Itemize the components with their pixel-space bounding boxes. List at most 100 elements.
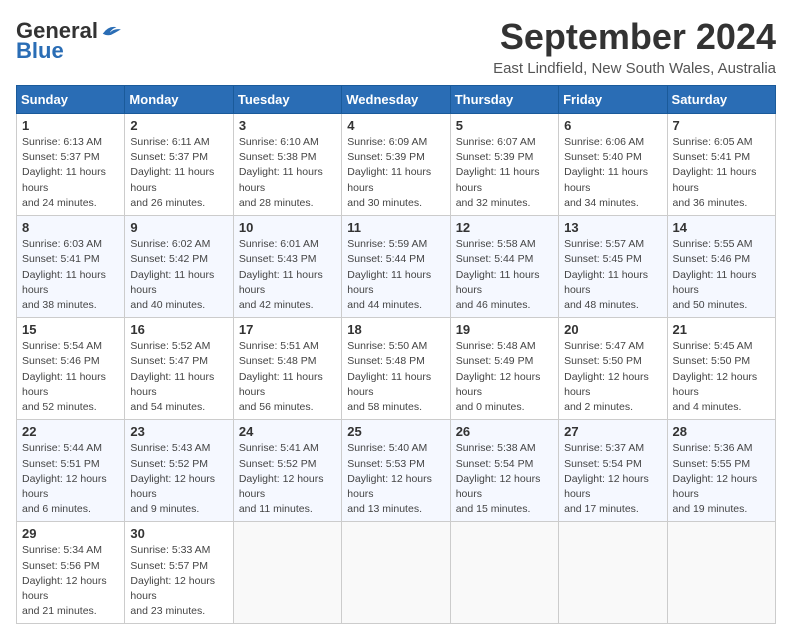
day-number: 22: [22, 424, 119, 439]
title-block: September 2024 East Lindfield, New South…: [493, 16, 776, 77]
calendar-cell: 4 Sunrise: 6:09 AMSunset: 5:39 PMDaylight…: [342, 114, 450, 216]
day-number: 1: [22, 118, 119, 133]
day-info: Sunrise: 6:02 AMSunset: 5:42 PMDaylight:…: [130, 237, 227, 313]
day-number: 17: [239, 322, 336, 337]
day-info: Sunrise: 5:51 AMSunset: 5:48 PMDaylight:…: [239, 339, 336, 415]
day-number: 8: [22, 220, 119, 235]
calendar-cell: [342, 522, 450, 624]
day-number: 15: [22, 322, 119, 337]
day-number: 14: [673, 220, 770, 235]
logo-bird-icon: [100, 20, 122, 42]
day-info: Sunrise: 5:54 AMSunset: 5:46 PMDaylight:…: [22, 339, 119, 415]
day-info: Sunrise: 6:06 AMSunset: 5:40 PMDaylight:…: [564, 135, 661, 211]
calendar-cell: 15 Sunrise: 5:54 AMSunset: 5:46 PMDayligh…: [17, 318, 125, 420]
logo-blue: Blue: [16, 38, 64, 64]
weekday-header-monday: Monday: [125, 86, 233, 114]
calendar-cell: 19 Sunrise: 5:48 AMSunset: 5:49 PMDayligh…: [450, 318, 558, 420]
calendar-cell: 10Sunrise: 6:01 AMSunset: 5:43 PMDayligh…: [233, 216, 341, 318]
calendar-cell: 18 Sunrise: 5:50 AMSunset: 5:48 PMDayligh…: [342, 318, 450, 420]
weekday-header-thursday: Thursday: [450, 86, 558, 114]
day-info: Sunrise: 5:55 AMSunset: 5:46 PMDaylight:…: [673, 237, 770, 313]
calendar-cell: 23 Sunrise: 5:43 AMSunset: 5:52 PMDayligh…: [125, 420, 233, 522]
day-number: 25: [347, 424, 444, 439]
day-number: 27: [564, 424, 661, 439]
day-info: Sunrise: 5:36 AMSunset: 5:55 PMDaylight:…: [673, 441, 770, 517]
day-info: Sunrise: 5:34 AMSunset: 5:56 PMDaylight:…: [22, 543, 119, 619]
day-info: Sunrise: 5:41 AMSunset: 5:52 PMDaylight:…: [239, 441, 336, 517]
day-info: Sunrise: 5:48 AMSunset: 5:49 PMDaylight:…: [456, 339, 553, 415]
day-number: 20: [564, 322, 661, 337]
calendar-cell: 24Sunrise: 5:41 AMSunset: 5:52 PMDayligh…: [233, 420, 341, 522]
calendar-cell: 7 Sunrise: 6:05 AMSunset: 5:41 PMDaylight…: [667, 114, 775, 216]
calendar-cell: 22Sunrise: 5:44 AMSunset: 5:51 PMDayligh…: [17, 420, 125, 522]
calendar-cell: 8 Sunrise: 6:03 AMSunset: 5:41 PMDaylight…: [17, 216, 125, 318]
day-info: Sunrise: 6:05 AMSunset: 5:41 PMDaylight:…: [673, 135, 770, 211]
day-info: Sunrise: 5:37 AMSunset: 5:54 PMDaylight:…: [564, 441, 661, 517]
calendar-cell: [450, 522, 558, 624]
calendar-cell: [233, 522, 341, 624]
day-info: Sunrise: 6:01 AMSunset: 5:43 PMDaylight:…: [239, 237, 336, 313]
day-info: Sunrise: 6:09 AMSunset: 5:39 PMDaylight:…: [347, 135, 444, 211]
calendar-cell: 3 Sunrise: 6:10 AMSunset: 5:38 PMDaylight…: [233, 114, 341, 216]
day-info: Sunrise: 5:50 AMSunset: 5:48 PMDaylight:…: [347, 339, 444, 415]
weekday-header-friday: Friday: [559, 86, 667, 114]
calendar-week-row-0: 1Sunrise: 6:13 AMSunset: 5:37 PMDaylight…: [17, 114, 776, 216]
calendar-cell: 14 Sunrise: 5:55 AMSunset: 5:46 PMDayligh…: [667, 216, 775, 318]
calendar-cell: 28 Sunrise: 5:36 AMSunset: 5:55 PMDayligh…: [667, 420, 775, 522]
day-info: Sunrise: 6:03 AMSunset: 5:41 PMDaylight:…: [22, 237, 119, 313]
calendar-table: SundayMondayTuesdayWednesdayThursdayFrid…: [16, 85, 776, 624]
day-number: 7: [673, 118, 770, 133]
calendar-cell: 27 Sunrise: 5:37 AMSunset: 5:54 PMDayligh…: [559, 420, 667, 522]
day-number: 21: [673, 322, 770, 337]
day-number: 18: [347, 322, 444, 337]
day-number: 19: [456, 322, 553, 337]
day-number: 12: [456, 220, 553, 235]
day-number: 30: [130, 526, 227, 541]
day-number: 16: [130, 322, 227, 337]
page-header: General Blue September 2024 East Lindfie…: [16, 16, 776, 77]
calendar-cell: 20 Sunrise: 5:47 AMSunset: 5:50 PMDayligh…: [559, 318, 667, 420]
calendar-cell: 2Sunrise: 6:11 AMSunset: 5:37 PMDaylight…: [125, 114, 233, 216]
day-info: Sunrise: 5:43 AMSunset: 5:52 PMDaylight:…: [130, 441, 227, 517]
day-info: Sunrise: 5:52 AMSunset: 5:47 PMDaylight:…: [130, 339, 227, 415]
calendar-cell: 17 Sunrise: 5:51 AMSunset: 5:48 PMDayligh…: [233, 318, 341, 420]
day-number: 11: [347, 220, 444, 235]
calendar-week-row-1: 8 Sunrise: 6:03 AMSunset: 5:41 PMDaylight…: [17, 216, 776, 318]
day-info: Sunrise: 5:57 AMSunset: 5:45 PMDaylight:…: [564, 237, 661, 313]
location-title: East Lindfield, New South Wales, Austral…: [493, 60, 776, 77]
day-info: Sunrise: 5:59 AMSunset: 5:44 PMDaylight:…: [347, 237, 444, 313]
day-number: 28: [673, 424, 770, 439]
day-info: Sunrise: 5:47 AMSunset: 5:50 PMDaylight:…: [564, 339, 661, 415]
calendar-cell: 21Sunrise: 5:45 AMSunset: 5:50 PMDayligh…: [667, 318, 775, 420]
calendar-cell: 12 Sunrise: 5:58 AMSunset: 5:44 PMDayligh…: [450, 216, 558, 318]
day-number: 4: [347, 118, 444, 133]
calendar-week-row-2: 15 Sunrise: 5:54 AMSunset: 5:46 PMDayligh…: [17, 318, 776, 420]
calendar-week-row-3: 22Sunrise: 5:44 AMSunset: 5:51 PMDayligh…: [17, 420, 776, 522]
day-number: 6: [564, 118, 661, 133]
calendar-week-row-4: 29 Sunrise: 5:34 AMSunset: 5:56 PMDayligh…: [17, 522, 776, 624]
calendar-cell: 9 Sunrise: 6:02 AMSunset: 5:42 PMDaylight…: [125, 216, 233, 318]
day-number: 26: [456, 424, 553, 439]
calendar-cell: 13Sunrise: 5:57 AMSunset: 5:45 PMDayligh…: [559, 216, 667, 318]
day-info: Sunrise: 5:58 AMSunset: 5:44 PMDaylight:…: [456, 237, 553, 313]
calendar-cell: 11 Sunrise: 5:59 AMSunset: 5:44 PMDayligh…: [342, 216, 450, 318]
weekday-header-sunday: Sunday: [17, 86, 125, 114]
calendar-cell: 29 Sunrise: 5:34 AMSunset: 5:56 PMDayligh…: [17, 522, 125, 624]
weekday-header-tuesday: Tuesday: [233, 86, 341, 114]
calendar-cell: 16 Sunrise: 5:52 AMSunset: 5:47 PMDayligh…: [125, 318, 233, 420]
day-number: 23: [130, 424, 227, 439]
calendar-cell: 1Sunrise: 6:13 AMSunset: 5:37 PMDaylight…: [17, 114, 125, 216]
calendar-cell: 5Sunrise: 6:07 AMSunset: 5:39 PMDaylight…: [450, 114, 558, 216]
weekday-header-row: SundayMondayTuesdayWednesdayThursdayFrid…: [17, 86, 776, 114]
day-number: 29: [22, 526, 119, 541]
day-number: 3: [239, 118, 336, 133]
weekday-header-wednesday: Wednesday: [342, 86, 450, 114]
calendar-cell: [667, 522, 775, 624]
day-info: Sunrise: 6:10 AMSunset: 5:38 PMDaylight:…: [239, 135, 336, 211]
day-number: 2: [130, 118, 227, 133]
weekday-header-saturday: Saturday: [667, 86, 775, 114]
calendar-cell: 26Sunrise: 5:38 AMSunset: 5:54 PMDayligh…: [450, 420, 558, 522]
day-number: 9: [130, 220, 227, 235]
logo: General Blue: [16, 20, 122, 64]
day-info: Sunrise: 6:07 AMSunset: 5:39 PMDaylight:…: [456, 135, 553, 211]
